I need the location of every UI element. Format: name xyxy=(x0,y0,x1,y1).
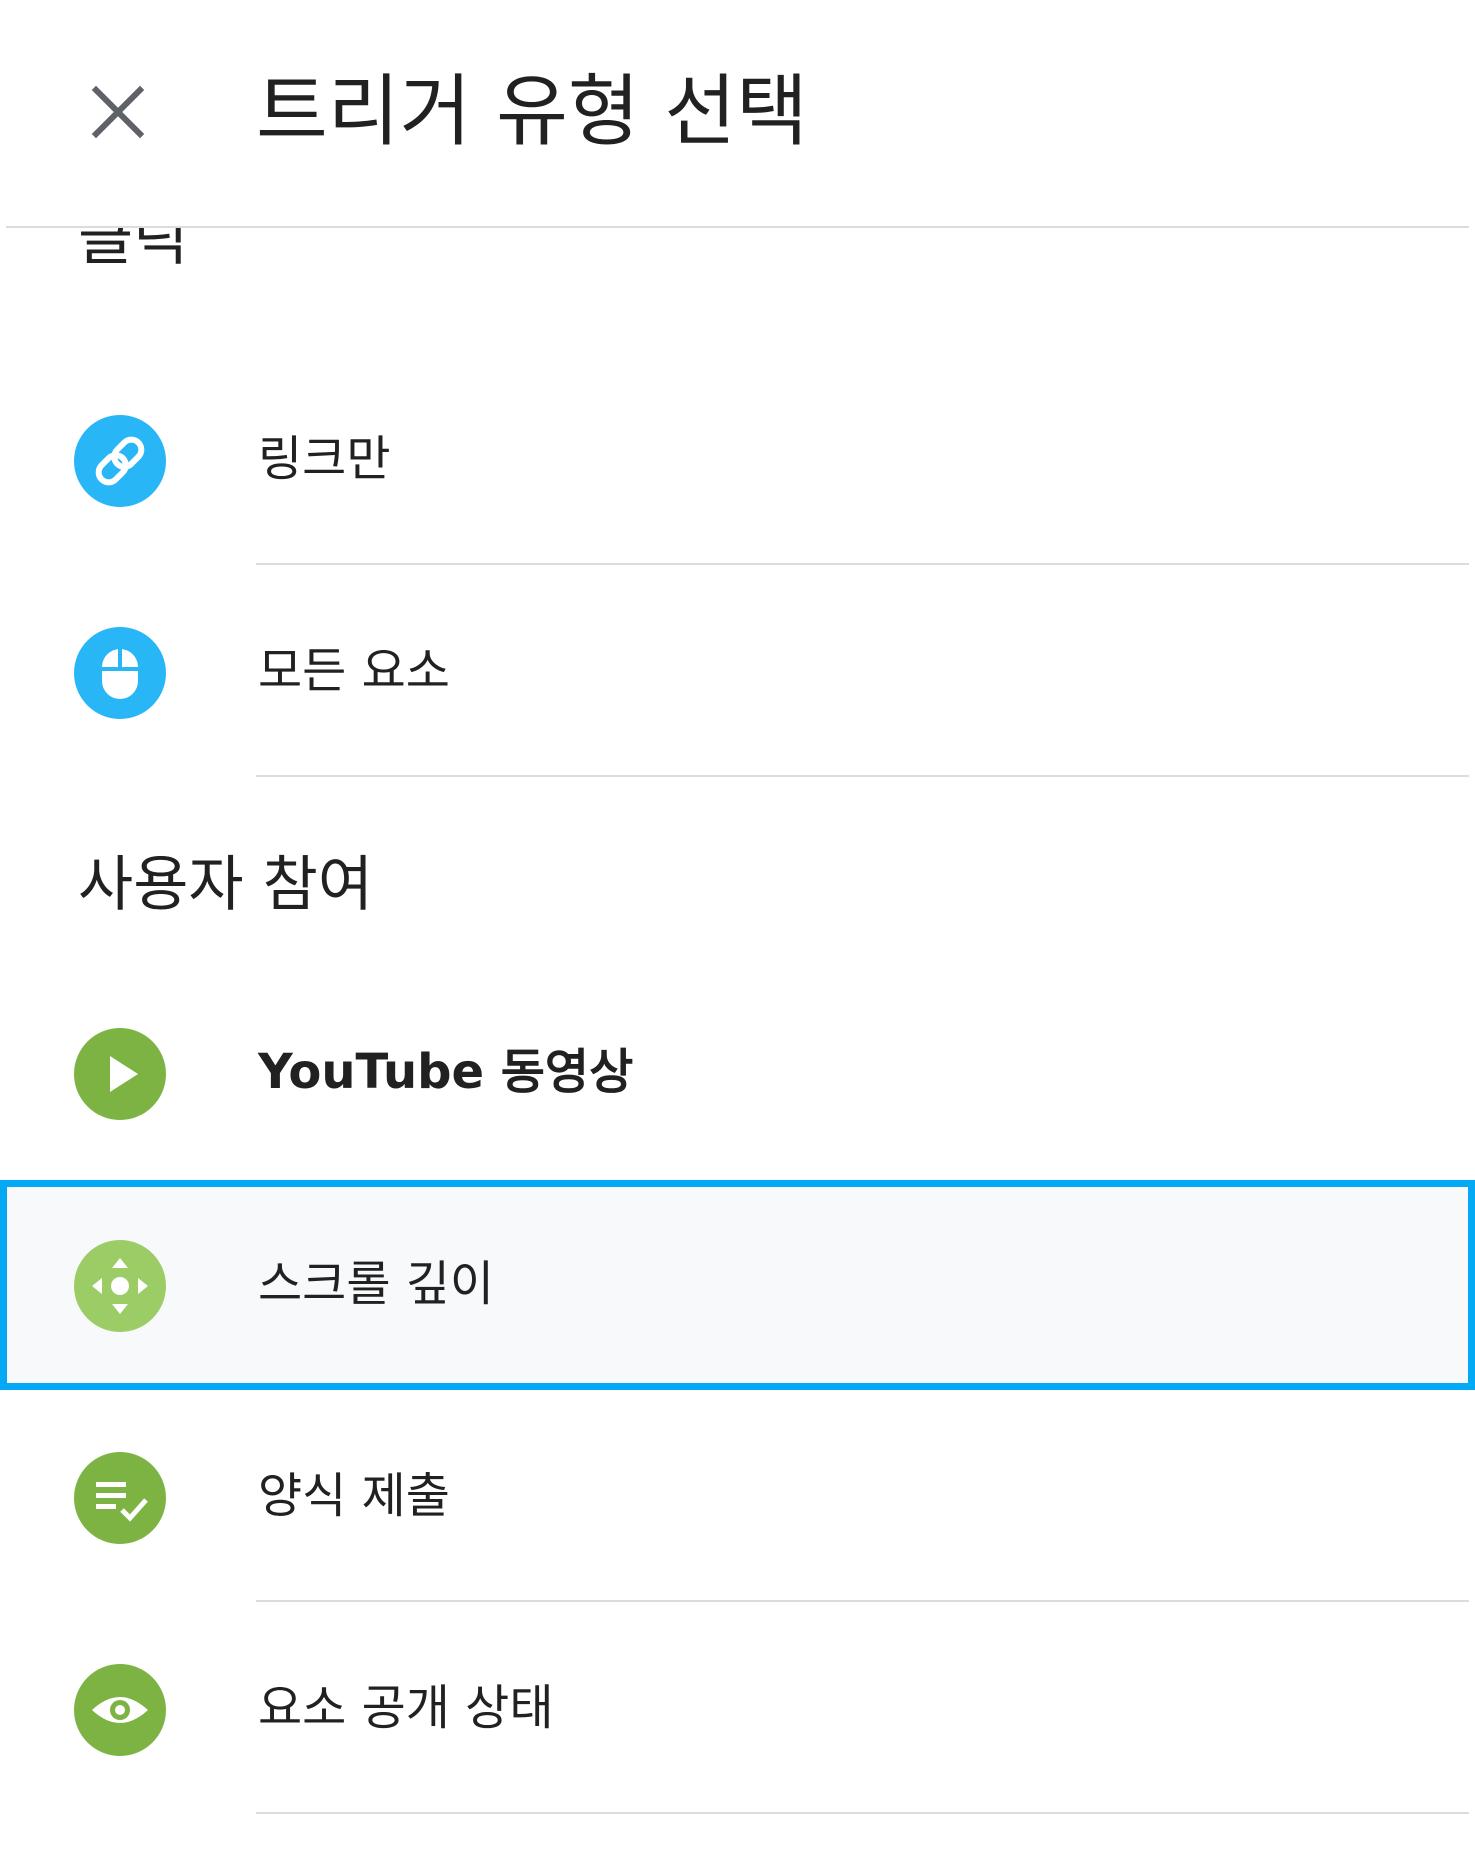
trigger-item-label: 모든 요소 xyxy=(258,643,450,699)
trigger-item-form-submission[interactable]: 양식 제출 xyxy=(0,1392,1475,1602)
trigger-type-panel: 트리거 유형 선택 클릭 링크만 모든 요소 사용자 참여 YouTube 동영… xyxy=(0,0,1475,1856)
trigger-list: 클릭 링크만 모든 요소 사용자 참여 YouTube 동영상 스크롤 깊이 양… xyxy=(0,228,1475,1856)
trigger-item-label: YouTube 동영상 xyxy=(258,1044,634,1100)
item-divider xyxy=(256,775,1469,777)
page-title: 트리거 유형 선택 xyxy=(256,67,808,157)
section-title-click: 클릭 xyxy=(78,228,189,274)
link-icon xyxy=(74,415,166,507)
eye-icon xyxy=(74,1664,166,1756)
form-check-icon xyxy=(74,1452,166,1544)
item-divider xyxy=(256,1812,1469,1814)
trigger-item-label: 링크만 xyxy=(258,431,391,487)
item-divider xyxy=(256,563,1469,565)
header-divider xyxy=(6,226,1469,228)
trigger-item-youtube-video[interactable]: YouTube 동영상 xyxy=(0,968,1475,1178)
panel-header: 트리거 유형 선택 xyxy=(0,0,1475,228)
mouse-icon xyxy=(74,627,166,719)
scroll-move-icon xyxy=(74,1240,166,1332)
trigger-item-label: 스크롤 깊이 xyxy=(258,1256,495,1312)
close-icon xyxy=(91,85,145,139)
close-button[interactable] xyxy=(82,76,154,148)
section-title-user-engagement: 사용자 참여 xyxy=(78,850,374,920)
trigger-item-element-visibility[interactable]: 요소 공개 상태 xyxy=(0,1604,1475,1814)
play-icon xyxy=(74,1028,166,1120)
trigger-item-label: 요소 공개 상태 xyxy=(258,1680,554,1736)
item-divider xyxy=(256,1600,1469,1602)
trigger-item-scroll-depth[interactable]: 스크롤 깊이 xyxy=(0,1180,1475,1390)
trigger-item-link-only[interactable]: 링크만 xyxy=(0,355,1475,565)
trigger-item-label: 양식 제출 xyxy=(258,1468,450,1524)
trigger-item-all-elements[interactable]: 모든 요소 xyxy=(0,567,1475,777)
